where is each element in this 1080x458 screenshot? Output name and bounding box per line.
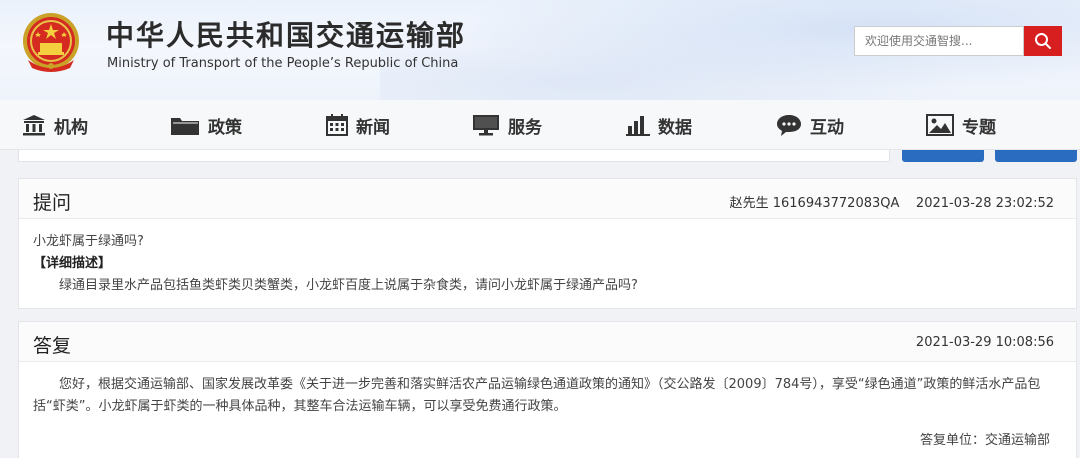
- asker-name: 赵先生: [729, 196, 769, 211]
- question-detail: 绿通目录里水产品包括鱼类虾类贝类蟹类，小龙虾百度上说属于杂食类，请问小龙虾属于绿…: [59, 278, 638, 293]
- answer-heading: 答复: [33, 335, 72, 357]
- calendar-icon: [326, 114, 348, 136]
- search-form-edge: [18, 150, 890, 162]
- question-heading: 提问: [33, 192, 72, 214]
- question-id: 1616943772083QA: [772, 196, 900, 211]
- question-panel: 提问 赵先生 1616943772083QA 2021-03-28 23:02:…: [18, 178, 1077, 309]
- site-header: 中华人民共和国交通运输部 Ministry of Transport of th…: [0, 0, 1080, 100]
- form-button-edge[interactable]: [995, 150, 1077, 162]
- question-time: 2021-03-28 23:02:52: [915, 196, 1054, 211]
- monitor-icon: [473, 115, 499, 136]
- nav-item-label: 专题: [962, 117, 996, 138]
- nav-item-policy[interactable]: 政策: [170, 100, 242, 150]
- nav-item-data[interactable]: 数据: [626, 100, 692, 150]
- nav-item-news[interactable]: 新闻: [326, 100, 390, 150]
- reply-unit: 答复单位：交通运输部: [33, 430, 1062, 452]
- nav-item-institutions[interactable]: 机构: [22, 100, 88, 150]
- question-panel-header: 提问 赵先生 1616943772083QA 2021-03-28 23:02:…: [19, 179, 1076, 219]
- chat-icon: [777, 115, 801, 136]
- nav-item-label: 政策: [208, 117, 242, 138]
- site-subtitle: Ministry of Transport of the People’s Re…: [107, 56, 459, 71]
- folder-icon: [171, 118, 199, 135]
- question-body: 小龙虾属于绿通吗? 【详细描述】 绿通目录里水产品包括鱼类虾类贝类蟹类，小龙虾百…: [19, 219, 1076, 309]
- nav-item-interaction[interactable]: 互动: [776, 100, 844, 150]
- answer-time: 2021-03-29 10:08:56: [915, 335, 1054, 350]
- answer-panel-header: 答复 2021-03-29 10:08:56: [19, 322, 1076, 362]
- answer-body: 您好，根据交通运输部、国家发展改革委《关于进一步完善和落实鲜活农产品运输绿色通道…: [19, 362, 1076, 458]
- nav-item-topics[interactable]: 专题: [926, 100, 996, 150]
- nav-item-label: 数据: [658, 117, 692, 138]
- search-icon: [1035, 33, 1051, 49]
- national-emblem-icon[interactable]: [18, 10, 84, 76]
- picture-icon: [926, 114, 954, 136]
- detail-label: 【详细描述】: [33, 256, 112, 271]
- question-subject: 小龙虾属于绿通吗?: [33, 234, 144, 249]
- site-title[interactable]: 中华人民共和国交通运输部: [106, 14, 466, 54]
- answer-panel: 答复 2021-03-29 10:08:56 您好，根据交通运输部、国家发展改革…: [18, 321, 1077, 458]
- nav-item-label: 互动: [810, 117, 844, 138]
- main-nav: 机构 政策 新闻 服务 数据 互动 专题: [0, 100, 1080, 150]
- reply-unit-name: 交通运输部: [984, 433, 1050, 448]
- question-meta: 赵先生 1616943772083QA 2021-03-28 23:02:52: [730, 192, 1054, 211]
- nav-item-label: 服务: [508, 117, 542, 138]
- form-button-edge[interactable]: [902, 150, 984, 162]
- bar-chart-icon: [626, 116, 650, 136]
- reply-unit-label: 答复单位：: [919, 433, 985, 448]
- answer-text: 您好，根据交通运输部、国家发展改革委《关于进一步完善和落实鲜活农产品运输绿色通道…: [33, 377, 1041, 414]
- building-icon: [23, 115, 45, 136]
- nav-item-label: 机构: [54, 117, 88, 138]
- search-button[interactable]: [1024, 26, 1062, 56]
- nav-item-label: 新闻: [356, 117, 390, 138]
- search-input[interactable]: [854, 26, 1024, 56]
- nav-item-services[interactable]: 服务: [472, 100, 542, 150]
